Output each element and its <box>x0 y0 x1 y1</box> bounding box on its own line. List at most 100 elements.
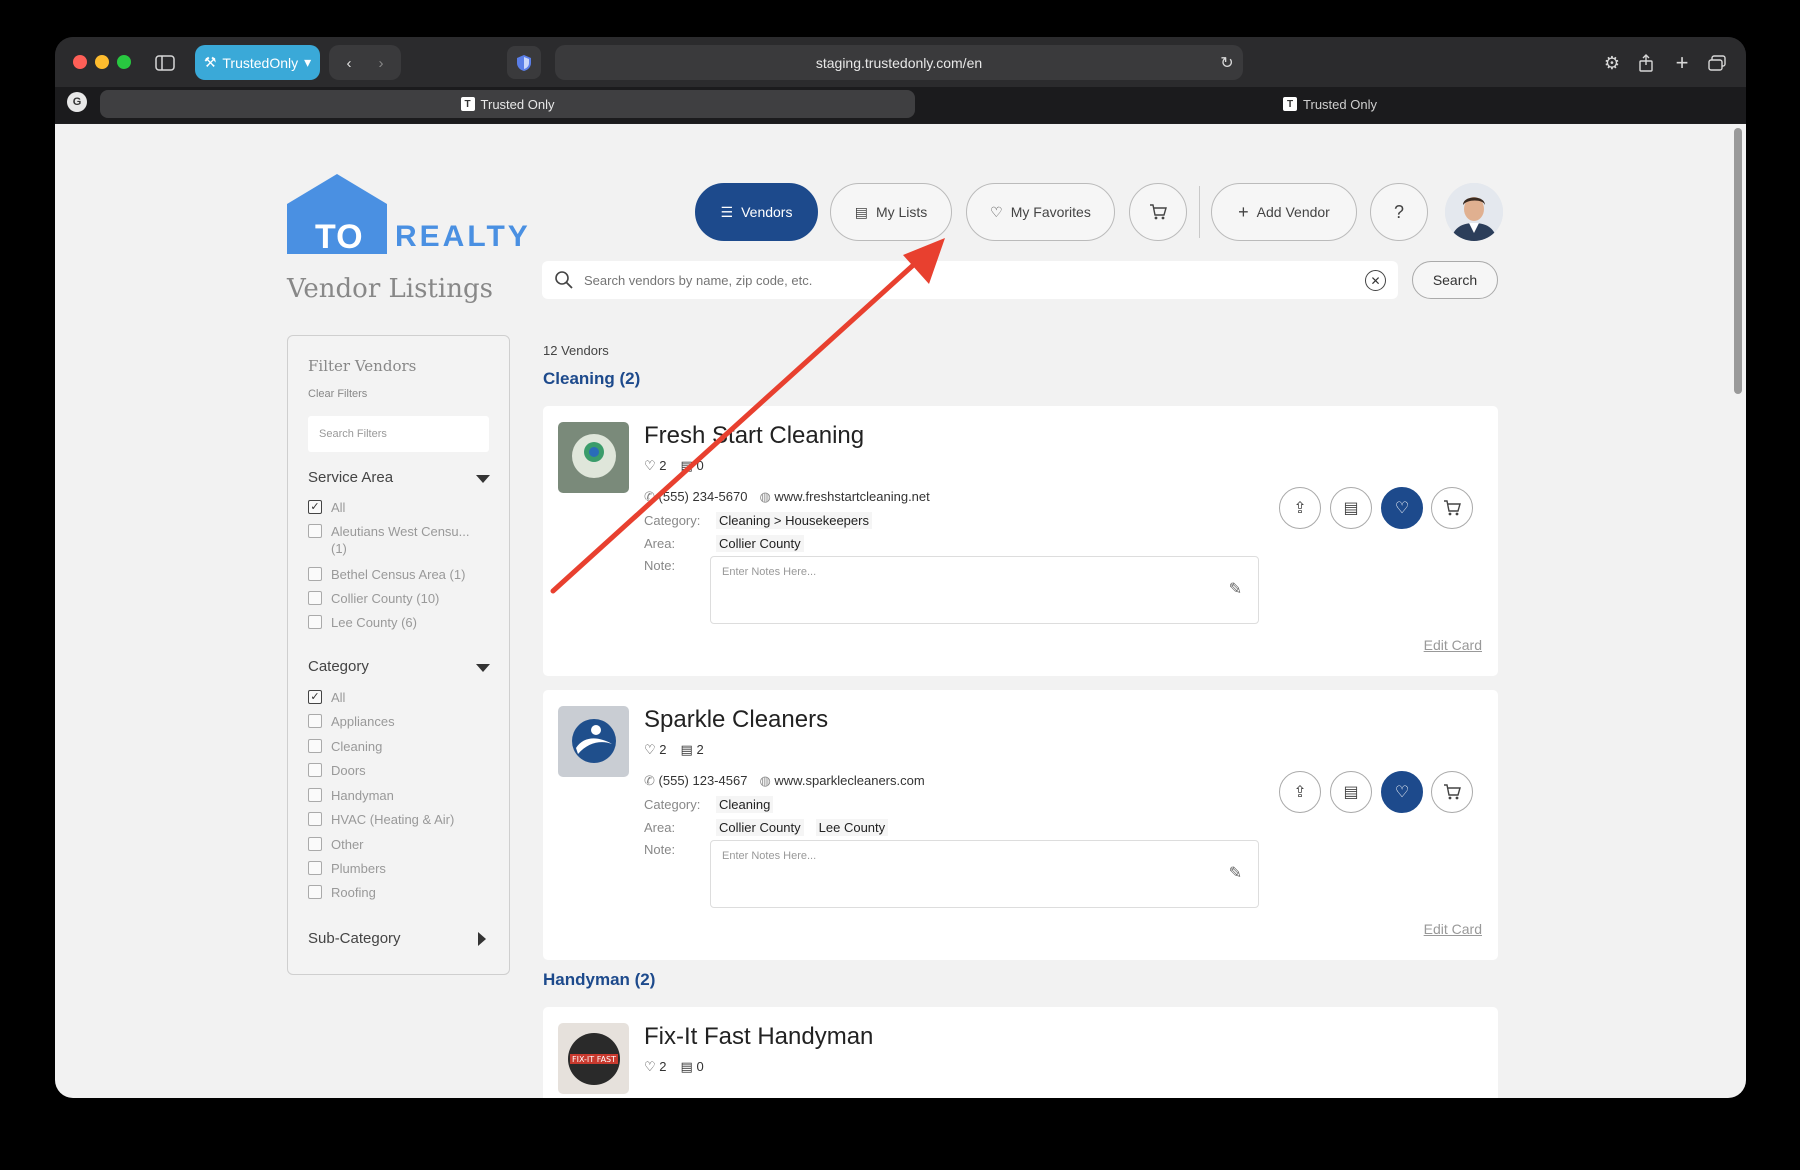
filter-option[interactable]: Roofing <box>308 884 488 901</box>
settings-gear-icon[interactable]: ⚙ <box>1598 47 1626 79</box>
tab-trusted-only[interactable]: T Trusted Only <box>925 90 1735 118</box>
checkbox[interactable] <box>308 788 322 802</box>
filter-option[interactable]: Collier County (10) <box>308 590 488 607</box>
filter-option[interactable]: Handyman <box>308 787 488 804</box>
notes-placeholder: Enter Notes Here... <box>722 850 817 862</box>
filter-option[interactable]: Plumbers <box>308 860 488 877</box>
forward-arrow-icon[interactable]: › <box>367 47 395 79</box>
checkbox[interactable] <box>308 837 322 851</box>
browser-profile-button[interactable]: ⚒ TrustedOnly ▾ <box>195 45 320 80</box>
checkbox-checked[interactable]: ✓ <box>308 690 322 704</box>
favorite-button[interactable]: ♡ <box>1381 771 1423 813</box>
vendor-name[interactable]: Fresh Start Cleaning <box>644 422 864 450</box>
page-scrollbar[interactable] <box>1734 128 1742 394</box>
edit-card-link[interactable]: Edit Card <box>1424 637 1482 653</box>
add-vendor-label: Add Vendor <box>1256 204 1330 220</box>
pencil-icon[interactable]: ✎ <box>1229 579 1242 599</box>
filter-search-input[interactable]: Search Filters <box>308 416 489 452</box>
history-nav: ‹ › <box>329 45 401 80</box>
checkbox[interactable] <box>308 812 322 826</box>
search-button[interactable]: Search <box>1412 261 1498 299</box>
share-vendor-button[interactable]: ⇪ <box>1279 771 1321 813</box>
category-header[interactable]: Category <box>308 658 490 675</box>
checkbox[interactable] <box>308 567 322 581</box>
filter-option[interactable]: Cleaning <box>308 738 488 755</box>
notes-field[interactable]: Enter Notes Here... ✎ <box>710 556 1259 624</box>
vendor-search-input[interactable] <box>584 272 1344 288</box>
password-manager-icon[interactable] <box>507 46 541 79</box>
group-title-handyman[interactable]: Handyman (2) <box>543 970 655 990</box>
my-lists-nav-button[interactable]: ▤ My Lists <box>830 183 952 241</box>
help-button[interactable]: ? <box>1370 183 1428 241</box>
tab-overview-icon[interactable] <box>1703 47 1731 79</box>
filter-panel: Filter Vendors Clear Filters Search Filt… <box>287 335 510 975</box>
google-icon[interactable]: G <box>67 92 87 112</box>
cart-nav-button[interactable] <box>1129 183 1187 241</box>
area-field-label: Area: <box>644 820 676 835</box>
add-to-list-button[interactable]: ▤ <box>1330 487 1372 529</box>
checkbox[interactable] <box>308 524 322 538</box>
checkbox[interactable] <box>308 763 322 777</box>
notes-field[interactable]: Enter Notes Here... ✎ <box>710 840 1259 908</box>
vendor-website[interactable]: www.sparklecleaners.com <box>774 773 924 788</box>
close-window-button[interactable] <box>73 55 87 69</box>
page-viewport: TO REALTY Vendor Listings ☰ Vendors ▤ My… <box>55 124 1746 1098</box>
option-label: Cleaning <box>331 739 383 754</box>
filter-option[interactable]: Lee County (6) <box>308 614 488 631</box>
edit-card-link[interactable]: Edit Card <box>1424 921 1482 937</box>
vendors-nav-button[interactable]: ☰ Vendors <box>695 183 818 241</box>
zoom-window-button[interactable] <box>117 55 131 69</box>
address-bar[interactable]: staging.trustedonly.com/en <box>555 45 1243 80</box>
add-to-list-button[interactable]: ▤ <box>1330 771 1372 813</box>
service-area-header[interactable]: Service Area <box>308 469 490 486</box>
list-doc-icon: ▤ <box>680 742 693 757</box>
filter-option[interactable]: Aleutians West Censu... (1) <box>308 523 488 557</box>
user-avatar[interactable] <box>1445 183 1503 241</box>
sub-category-header[interactable]: Sub-Category <box>308 930 490 947</box>
my-favorites-nav-button[interactable]: ♡ My Favorites <box>966 183 1115 241</box>
checkbox[interactable] <box>308 591 322 605</box>
note-field-label: Note: <box>644 842 676 857</box>
vendor-phone[interactable]: (555) 123-4567 <box>659 773 748 788</box>
share-icon[interactable] <box>1632 47 1660 79</box>
filter-option[interactable]: Doors <box>308 762 488 779</box>
filter-option[interactable]: Bethel Census Area (1) <box>308 566 488 583</box>
favorite-button[interactable]: ♡ <box>1381 487 1423 529</box>
service-area-label: Service Area <box>308 469 394 486</box>
filter-option[interactable]: Appliances <box>308 713 488 730</box>
clear-filters-link[interactable]: Clear Filters <box>308 388 367 400</box>
filter-option[interactable]: ✓ All <box>308 689 488 706</box>
checkbox[interactable] <box>308 615 322 629</box>
checkbox[interactable] <box>308 714 322 728</box>
vendor-phone[interactable]: (555) 234-5670 <box>659 489 748 504</box>
new-tab-icon[interactable]: + <box>1668 47 1696 79</box>
add-to-cart-button[interactable] <box>1431 487 1473 529</box>
checkbox[interactable] <box>308 739 322 753</box>
category-line: Category: Cleaning > Housekeepers <box>644 512 872 529</box>
back-arrow-icon[interactable]: ‹ <box>335 47 363 79</box>
filter-option[interactable]: Other <box>308 836 488 853</box>
sidebar-toggle-icon[interactable] <box>150 47 180 79</box>
share-vendor-button[interactable]: ⇪ <box>1279 487 1321 529</box>
to-realty-logo[interactable]: TO REALTY <box>287 174 528 256</box>
checkbox-checked[interactable]: ✓ <box>308 500 322 514</box>
add-vendor-button[interactable]: + Add Vendor <box>1211 183 1357 241</box>
vendor-name[interactable]: Sparkle Cleaners <box>644 706 828 734</box>
vendor-counts: ♡ 2 ▤ 0 <box>644 1059 704 1075</box>
checkbox[interactable] <box>308 885 322 899</box>
group-title-cleaning[interactable]: Cleaning (2) <box>543 369 640 389</box>
tab-trusted-only-active[interactable]: T Trusted Only <box>100 90 915 118</box>
vendor-name[interactable]: Fix-It Fast Handyman <box>644 1023 873 1051</box>
vendor-card: Fresh Start Cleaning ♡ 2 ▤ 0 ✆ (555) 234… <box>543 406 1498 676</box>
filter-option[interactable]: ✓ All <box>308 499 488 516</box>
vendor-website[interactable]: www.freshstartcleaning.net <box>774 489 929 504</box>
trusted-only-favicon-icon: T <box>460 97 475 111</box>
add-to-cart-button[interactable] <box>1431 771 1473 813</box>
clear-search-icon[interactable]: ✕ <box>1365 270 1386 291</box>
filter-option[interactable]: HVAC (Heating & Air) <box>308 811 488 828</box>
checkbox[interactable] <box>308 861 322 875</box>
minimize-window-button[interactable] <box>95 55 109 69</box>
pencil-icon[interactable]: ✎ <box>1229 863 1242 883</box>
contact-line: ✆ (555) 123-4567 ◍ www.sparklecleaners.c… <box>644 773 925 789</box>
reload-icon[interactable]: ↻ <box>1215 47 1239 79</box>
